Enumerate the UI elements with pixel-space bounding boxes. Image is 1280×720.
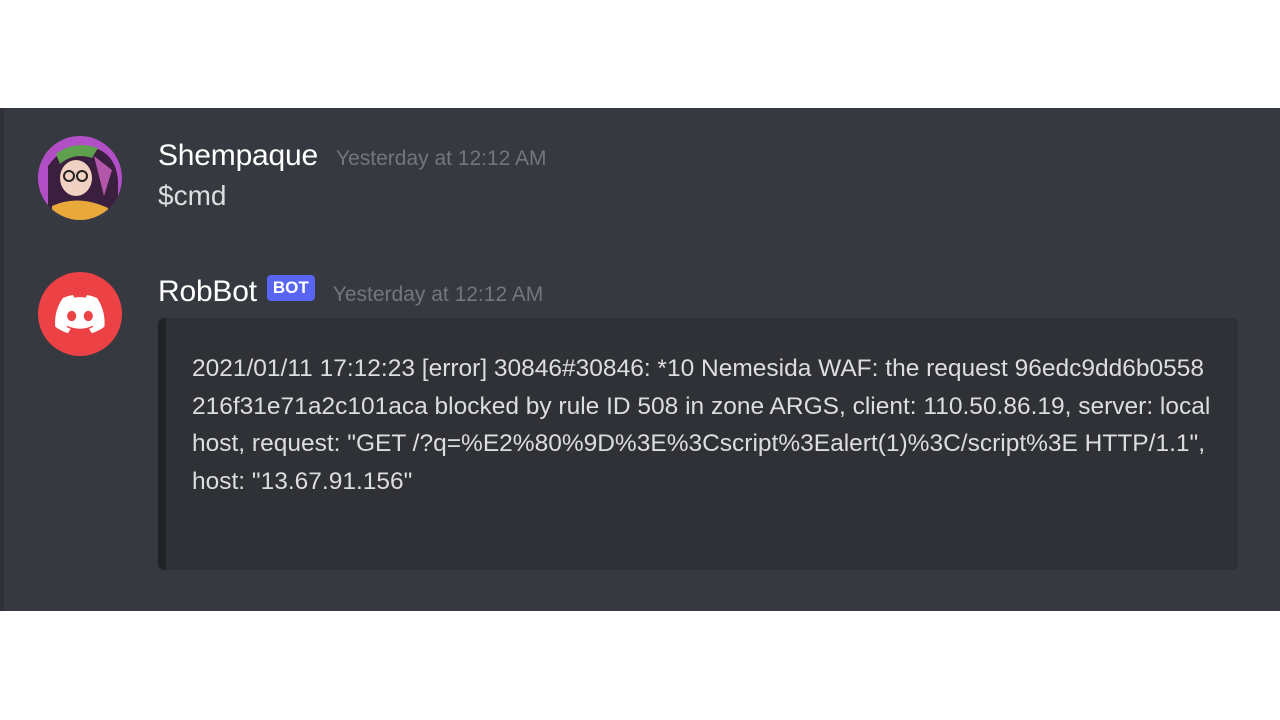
message-text: $cmd xyxy=(158,180,227,211)
chat-panel: Shempaque Yesterday at 12:12 AM $cmd Rob… xyxy=(0,108,1280,611)
embed-text: 2021/01/11 17:12:23 [error] 30846#30846:… xyxy=(192,355,1211,495)
username[interactable]: Shempaque xyxy=(158,139,318,173)
message-body: RobBot BOT Yesterday at 12:12 AM 2021/01… xyxy=(158,272,1238,570)
avatar-illustration xyxy=(38,136,122,220)
discord-logo-icon xyxy=(55,295,105,333)
user-avatar[interactable] xyxy=(38,136,122,220)
message-embed: 2021/01/11 17:12:23 [error] 30846#30846:… xyxy=(158,318,1238,570)
timestamp: Yesterday at 12:12 AM xyxy=(332,283,544,306)
message-header: RobBot BOT Yesterday at 12:12 AM xyxy=(158,272,1234,312)
message-body: Shempaque Yesterday at 12:12 AM $cmd xyxy=(158,136,1234,212)
bot-avatar[interactable] xyxy=(38,272,122,356)
username[interactable]: RobBot xyxy=(158,275,257,309)
message-header: Shempaque Yesterday at 12:12 AM xyxy=(158,136,1234,176)
bot-tag-badge: BOT xyxy=(266,275,315,301)
timestamp: Yesterday at 12:12 AM xyxy=(336,147,547,170)
